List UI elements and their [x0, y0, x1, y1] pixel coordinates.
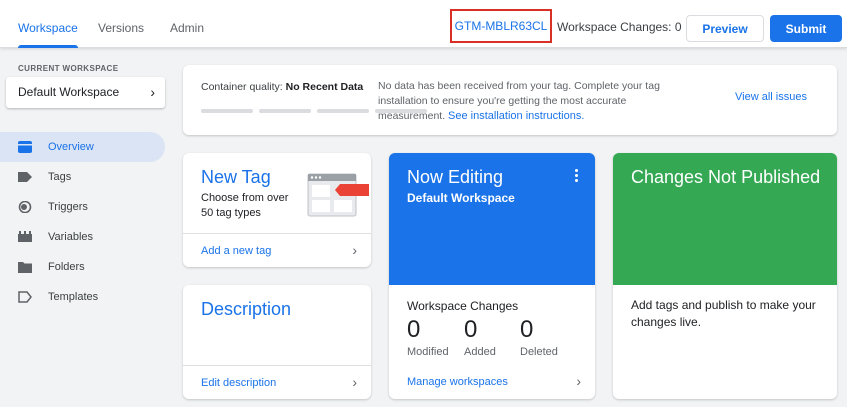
stat-deleted: 0 Deleted: [520, 316, 558, 358]
top-bar: Workspace Versions Admin GTM-MBLR63CL Wo…: [0, 0, 847, 48]
add-new-tag-link[interactable]: Add a new tag: [201, 245, 271, 257]
tag-icon: [18, 172, 32, 182]
folder-icon: [18, 262, 32, 273]
installation-instructions-link[interactable]: See installation instructions.: [448, 110, 584, 122]
sidebar-item-overview[interactable]: Overview: [0, 132, 165, 162]
submit-button[interactable]: Submit: [770, 15, 842, 42]
stat-modified: 0 Modified: [407, 316, 449, 358]
manage-workspaces-link[interactable]: Manage workspaces: [407, 376, 508, 388]
edit-description-link[interactable]: Edit description: [201, 377, 276, 389]
trigger-icon: [18, 201, 32, 213]
container-quality-label: Container quality: No Recent Data: [201, 81, 364, 93]
sidebar-item-label: Overview: [48, 141, 94, 153]
no-data-message: No data has been received from your tag.…: [378, 80, 660, 122]
sidebar-item-label: Triggers: [48, 201, 88, 213]
container-quality-card: Container quality: No Recent Data No dat…: [183, 65, 837, 135]
workspace-name: Default Workspace: [18, 85, 120, 99]
changes-not-published-card: Changes Not Published Add tags and publi…: [613, 153, 837, 399]
current-workspace-label: CURRENT WORKSPACE: [18, 64, 119, 73]
not-published-header: Changes Not Published: [613, 153, 837, 285]
not-published-description: Add tags and publish to make your change…: [631, 298, 816, 329]
tab-workspace[interactable]: Workspace: [18, 0, 78, 48]
variables-icon: [18, 231, 32, 242]
now-editing-title: Now Editing: [407, 167, 504, 187]
more-vert-icon[interactable]: [575, 169, 579, 182]
workspace-changes-count: Workspace Changes: 0: [557, 20, 682, 34]
container-quality-status: No Recent Data: [285, 81, 364, 93]
stat-added: 0 Added: [464, 316, 496, 358]
add-new-tag-action[interactable]: Add a new tag ›: [183, 233, 371, 267]
preview-button[interactable]: Preview: [686, 15, 764, 42]
chevron-right-icon: ›: [576, 373, 581, 389]
overview-icon: [18, 141, 32, 153]
new-tag-description: Choose from over 50 tag types: [201, 192, 289, 219]
sidebar-item-label: Templates: [48, 291, 99, 303]
sidebar-item-label: Variables: [48, 231, 94, 243]
sidebar-item-label: Folders: [48, 261, 85, 273]
chevron-right-icon: ›: [352, 374, 357, 390]
new-tag-title: New Tag: [201, 167, 271, 187]
edit-description-action[interactable]: Edit description ›: [183, 365, 371, 399]
view-all-issues-link[interactable]: View all issues: [735, 91, 807, 103]
workspace-selector[interactable]: Default Workspace ›: [6, 77, 165, 108]
not-published-title: Changes Not Published: [631, 167, 821, 187]
now-editing-header: Now Editing Default Workspace: [389, 153, 595, 285]
tag-illustration-icon: [307, 173, 369, 217]
description-card: Description Edit description ›: [183, 285, 371, 399]
sidebar-item-folders[interactable]: Folders: [0, 252, 165, 282]
editing-workspace-name: Default Workspace: [407, 191, 515, 205]
sidebar-item-label: Tags: [48, 171, 72, 183]
workspace-changes-label: Workspace Changes: [407, 299, 519, 313]
tab-admin[interactable]: Admin: [170, 0, 204, 48]
sidebar-item-triggers[interactable]: Triggers: [0, 192, 165, 222]
description-title: Description: [201, 299, 292, 319]
template-icon: [18, 291, 32, 303]
sidebar-item-tags[interactable]: Tags: [0, 162, 165, 192]
sidebar-item-templates[interactable]: Templates: [0, 282, 165, 312]
manage-workspaces-action[interactable]: Manage workspaces ›: [389, 365, 595, 399]
sidebar-item-variables[interactable]: Variables: [0, 222, 165, 252]
now-editing-card: Now Editing Default Workspace Workspace …: [389, 153, 595, 399]
container-id-link[interactable]: GTM-MBLR63CL: [450, 9, 552, 43]
chevron-right-icon: ›: [150, 84, 155, 100]
chevron-right-icon: ›: [352, 242, 357, 258]
new-tag-card[interactable]: New Tag Choose from over 50 tag types Ad…: [183, 153, 371, 267]
tab-versions[interactable]: Versions: [98, 0, 144, 48]
